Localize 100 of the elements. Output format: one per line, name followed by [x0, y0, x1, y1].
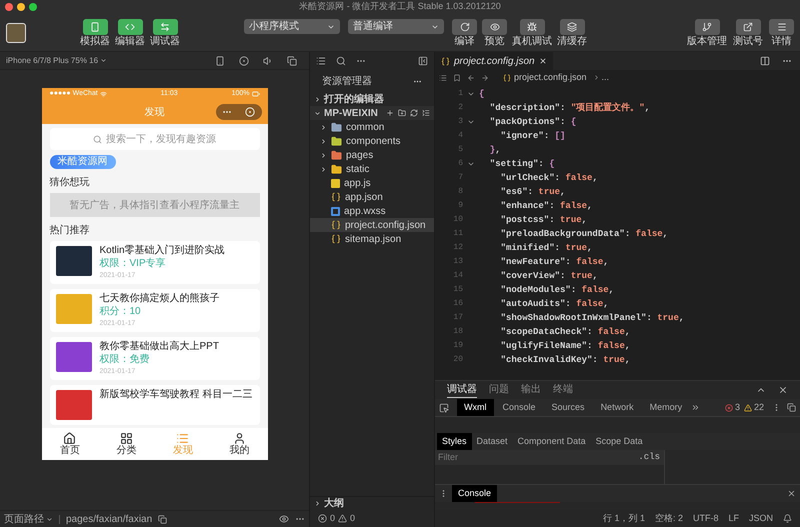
- maximize-window-button[interactable]: [29, 3, 37, 11]
- sidebar-tab[interactable]: Scope Data: [590, 433, 648, 450]
- device-select[interactable]: iPhone 6/7/8 Plus 75% 16: [6, 54, 108, 66]
- mode-select[interactable]: 小程序模式: [244, 19, 340, 34]
- status-item[interactable]: LF: [728, 512, 739, 526]
- list-icon[interactable]: [439, 74, 447, 82]
- line-number: 11: [452, 228, 463, 240]
- collapse-icon[interactable]: [422, 109, 430, 117]
- compile-select[interactable]: 普通编译: [348, 19, 444, 34]
- devtools-tab[interactable]: Wxml: [457, 399, 494, 416]
- file-tree-item[interactable]: common: [310, 120, 434, 134]
- search-icon[interactable]: [336, 56, 346, 66]
- panel-tab[interactable]: 调试器: [447, 382, 477, 398]
- card-title: 七天教你搞定烦人的熊孩子: [100, 294, 220, 304]
- toolbar-button[interactable]: [452, 18, 477, 34]
- sidebar-tab[interactable]: Component Data: [512, 433, 591, 450]
- status-item[interactable]: 行 1，列 1: [602, 512, 645, 526]
- line-number: 3: [457, 116, 463, 128]
- toolbar-button[interactable]: [694, 18, 720, 34]
- breadcrumb-item[interactable]: ...: [602, 70, 610, 84]
- breadcrumb-item[interactable]: project.config.json: [514, 70, 587, 84]
- phone-icon[interactable]: [215, 56, 225, 66]
- explorer-section-header[interactable]: 打开的编辑器: [310, 92, 434, 106]
- window-icon[interactable]: [287, 56, 297, 66]
- status-item[interactable]: UTF-8: [692, 512, 718, 526]
- cls-toggle[interactable]: .cls: [638, 450, 660, 464]
- view-toggle-button[interactable]: [152, 18, 178, 34]
- devtools-tab[interactable]: Console: [496, 399, 543, 416]
- file-tree-item[interactable]: project.config.json: [310, 218, 434, 232]
- devtools-tab[interactable]: Sources: [544, 399, 592, 416]
- card-title: 教你零基础做出高大上PPT: [100, 342, 219, 352]
- card-title: 新版驾校学车驾驶教程 科目一二三: [100, 390, 252, 400]
- new-file-icon[interactable]: [386, 109, 394, 117]
- inspect-icon[interactable]: [439, 402, 449, 412]
- new-folder-icon[interactable]: [398, 109, 406, 117]
- panel-tab[interactable]: 问题: [489, 383, 509, 397]
- collapse-panel-icon[interactable]: [418, 56, 428, 66]
- close-window-button[interactable]: [5, 3, 13, 11]
- file-tree-item[interactable]: app.js: [310, 176, 434, 190]
- toolbar-button[interactable]: [560, 18, 584, 34]
- eye-icon[interactable]: [279, 514, 289, 524]
- card-title: Kotlin零基础入门到进阶实战: [100, 246, 225, 256]
- devtools-tab[interactable]: Network: [594, 399, 641, 416]
- code-line: "autoAudits": false,: [500, 300, 609, 308]
- code-icon: [125, 22, 135, 32]
- toolbar-button[interactable]: [482, 18, 507, 34]
- fold-icon[interactable]: [467, 90, 475, 98]
- record-icon[interactable]: [239, 56, 249, 66]
- json-file-icon: [441, 56, 450, 66]
- status-item[interactable]: 空格: 2: [654, 512, 683, 526]
- bookmark-icon[interactable]: [453, 74, 461, 82]
- editor-tab[interactable]: project.config.json: [435, 52, 553, 70]
- json-file-icon: [331, 192, 341, 202]
- tab-bar-item[interactable]: 我的: [229, 432, 250, 456]
- file-tree-item[interactable]: components: [310, 134, 434, 148]
- toolbar-button[interactable]: [769, 18, 794, 34]
- view-toggle-button[interactable]: [118, 18, 142, 34]
- tab-bar-item[interactable]: 分类: [116, 432, 136, 456]
- status-item[interactable]: JSON: [748, 512, 773, 526]
- refresh-icon[interactable]: [410, 109, 418, 117]
- panel-tab[interactable]: 终端: [553, 383, 573, 397]
- swap-arrows-icon: [160, 22, 170, 32]
- devtools-tab[interactable]: Memory: [642, 399, 690, 416]
- capsule-menu[interactable]: [216, 104, 262, 120]
- fold-icon[interactable]: [467, 118, 475, 126]
- file-tree-item[interactable]: app.wxss: [310, 204, 434, 218]
- forward-icon[interactable]: [481, 74, 489, 82]
- file-tree-item[interactable]: app.json: [310, 190, 434, 204]
- outline-section-header[interactable]: 大纲: [310, 496, 434, 510]
- sidebar-tab[interactable]: Styles: [437, 433, 472, 450]
- filter-field[interactable]: Filter .cls: [435, 450, 664, 465]
- undock-icon[interactable]: [787, 403, 796, 412]
- back-icon[interactable]: [467, 74, 475, 82]
- menu-icon[interactable]: [316, 56, 326, 66]
- drawer-tab[interactable]: Console: [452, 485, 498, 502]
- file-tree-item[interactable]: sitemap.json: [310, 232, 434, 246]
- more-tabs-icon[interactable]: [691, 403, 700, 412]
- file-tree-item[interactable]: static: [310, 162, 434, 176]
- speaker-icon[interactable]: [263, 56, 273, 66]
- copy-icon[interactable]: [158, 514, 168, 524]
- explorer-section-header[interactable]: MP-WEIXIN: [310, 106, 434, 120]
- page-path-select[interactable]: 页面路径: [4, 512, 53, 526]
- tab-bar-item[interactable]: 首页: [60, 432, 80, 456]
- code-line: "minified": true,: [500, 244, 592, 252]
- resource-card[interactable]: 新版驾校学车驾驶教程 科目一二三: [50, 385, 260, 425]
- minimize-window-button[interactable]: [17, 3, 25, 11]
- fold-icon[interactable]: [467, 160, 475, 168]
- toolbar-button[interactable]: [736, 18, 760, 34]
- split-editor-icon[interactable]: [760, 56, 770, 66]
- sidebar-tab[interactable]: Dataset: [472, 433, 513, 450]
- line-number: 1: [457, 88, 463, 100]
- notification-icon[interactable]: [783, 514, 792, 523]
- panel-tab[interactable]: 输出: [521, 383, 541, 397]
- file-tree-item[interactable]: pages: [310, 148, 434, 162]
- phone-icon: [90, 22, 100, 32]
- external-link-icon: [743, 22, 753, 32]
- view-toggle-button[interactable]: [82, 18, 108, 34]
- close-drawer-icon[interactable]: [787, 489, 796, 498]
- problems-indicator[interactable]: 0 0: [310, 510, 434, 527]
- toolbar-button[interactable]: [520, 18, 544, 34]
